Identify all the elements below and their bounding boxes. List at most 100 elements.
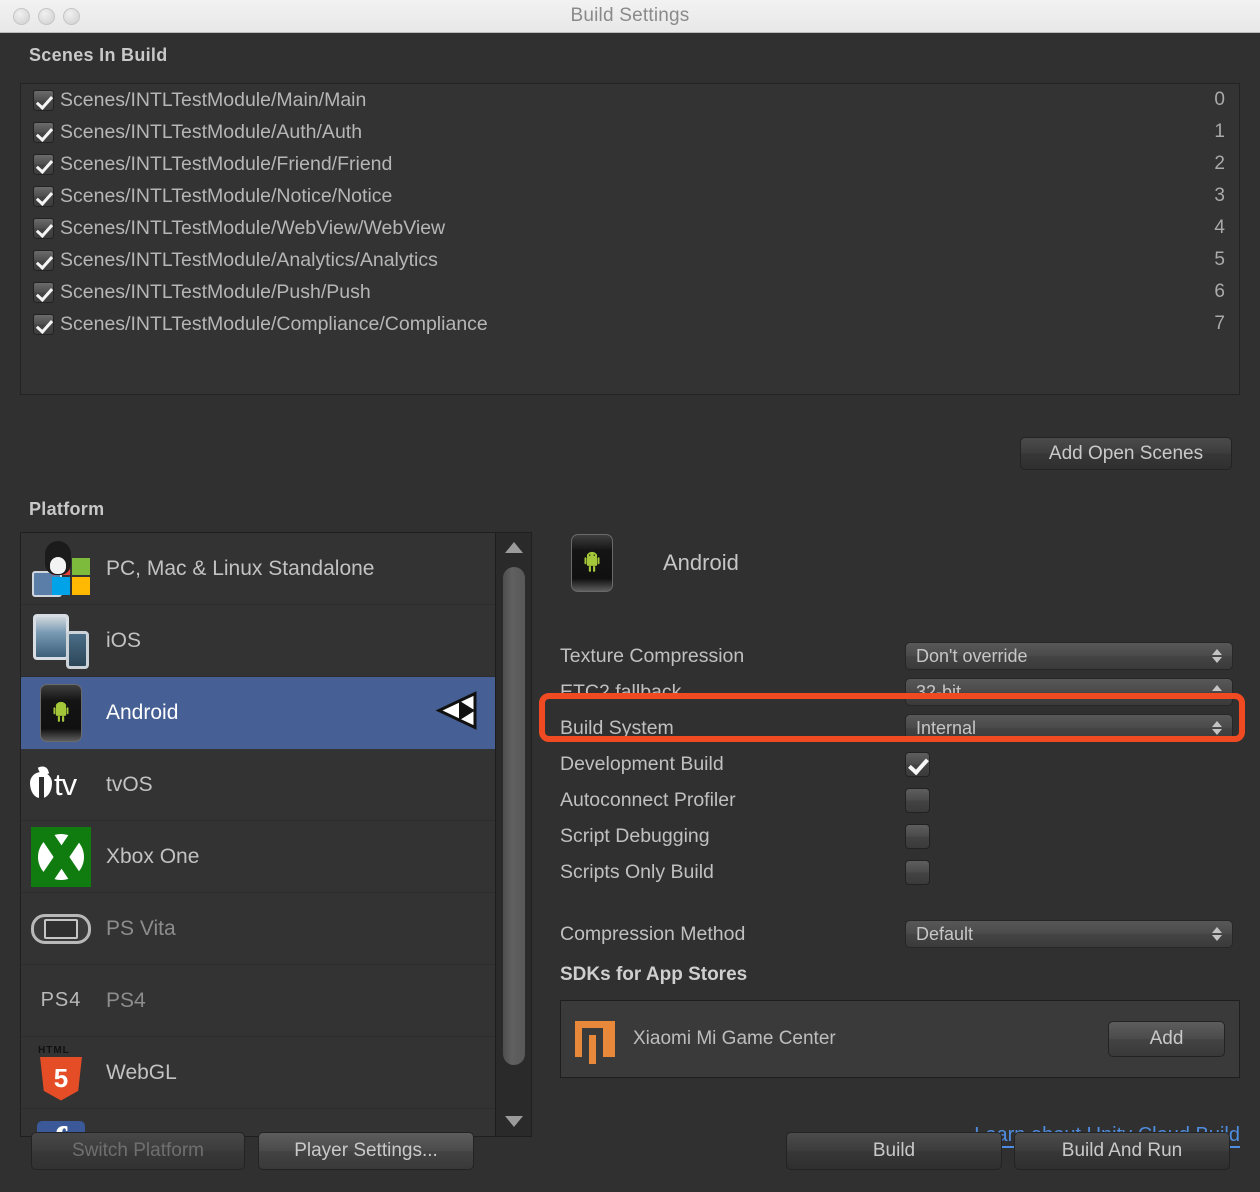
- settings-row: Scripts Only Build: [560, 854, 1240, 890]
- select-value: 32-bit: [906, 682, 961, 703]
- scene-enabled-checkbox[interactable]: [33, 122, 54, 143]
- texture-compression-select[interactable]: Don't override: [905, 642, 1233, 670]
- platform-row-pc-mac-linux-standalone[interactable]: PC, Mac & Linux Standalone: [21, 533, 495, 605]
- add-sdk-button[interactable]: Add: [1108, 1021, 1225, 1057]
- sdk-name-label: Xiaomi Mi Game Center: [633, 1028, 1108, 1050]
- platform-row-ps4[interactable]: PS4PS4: [21, 965, 495, 1037]
- build-settings-window: Scenes In Build Scenes/INTLTestModule/Ma…: [0, 33, 1260, 1192]
- window-title: Build Settings: [0, 5, 1260, 27]
- platform-label: Android: [106, 701, 178, 725]
- chevron-updown-icon: [1212, 685, 1222, 699]
- platform-label: iOS: [106, 629, 141, 653]
- switch-platform-button[interactable]: Switch Platform: [31, 1132, 245, 1170]
- scene-enabled-checkbox[interactable]: [33, 218, 54, 239]
- platform-list-scrollbar[interactable]: [495, 533, 531, 1136]
- ps4-icon: PS4: [29, 970, 93, 1032]
- scene-index-label: 2: [1214, 153, 1225, 175]
- platform-row-ios[interactable]: iOS: [21, 605, 495, 677]
- android-icon: [560, 532, 624, 594]
- scene-path-label: Scenes/INTLTestModule/Compliance/Complia…: [60, 313, 488, 336]
- build-system-select[interactable]: Internal: [905, 714, 1233, 742]
- chevron-updown-icon: [1212, 649, 1222, 663]
- active-platform-header: Android: [560, 532, 1240, 594]
- scene-path-label: Scenes/INTLTestModule/Push/Push: [60, 281, 371, 304]
- scene-enabled-checkbox[interactable]: [33, 314, 54, 335]
- settings-row: Autoconnect Profiler: [560, 782, 1240, 818]
- scene-row[interactable]: Scenes/INTLTestModule/Main/Main0: [21, 84, 1239, 116]
- compression-method-label: Compression Method: [560, 923, 905, 946]
- platform-label: PS Vita: [106, 917, 176, 941]
- platform-label: tvOS: [106, 773, 153, 797]
- etc2-fallback-select[interactable]: 32-bit: [905, 678, 1233, 706]
- script-debugging-checkbox[interactable]: [905, 824, 930, 849]
- scene-index-label: 5: [1214, 249, 1225, 271]
- platform-row-tvos[interactable]: tvtvOS: [21, 749, 495, 821]
- scene-path-label: Scenes/INTLTestModule/Analytics/Analytic…: [60, 249, 438, 272]
- select-value: Don't override: [906, 646, 1028, 667]
- platform-row-xbox-one[interactable]: Xbox One: [21, 821, 495, 893]
- build-and-run-button[interactable]: Build And Run: [1014, 1132, 1230, 1170]
- scroll-up-arrow-icon[interactable]: [505, 542, 523, 553]
- platform-row-ps-vita[interactable]: PS Vita: [21, 893, 495, 965]
- build-button[interactable]: Build: [786, 1132, 1002, 1170]
- scene-row[interactable]: Scenes/INTLTestModule/Notice/Notice3: [21, 180, 1239, 212]
- scene-enabled-checkbox[interactable]: [33, 90, 54, 111]
- tvos-icon: tv: [29, 754, 93, 816]
- scripts-only-build-checkbox[interactable]: [905, 860, 930, 885]
- platform-settings-panel: Android Texture CompressionDon't overrid…: [560, 532, 1240, 1147]
- settings-label: Scripts Only Build: [560, 861, 905, 884]
- scene-index-label: 0: [1214, 89, 1225, 111]
- scene-enabled-checkbox[interactable]: [33, 154, 54, 175]
- settings-row: Development Build: [560, 746, 1240, 782]
- scene-row[interactable]: Scenes/INTLTestModule/Auth/Auth1: [21, 116, 1239, 148]
- platform-list[interactable]: PC, Mac & Linux Standalone iOS Android tvtv…: [21, 533, 495, 1137]
- compression-method-select[interactable]: Default: [905, 920, 1233, 948]
- scenes-in-build-heading: Scenes In Build: [29, 45, 168, 66]
- chevron-updown-icon: [1212, 721, 1222, 735]
- scene-row[interactable]: Scenes/INTLTestModule/Friend/Friend 2: [21, 148, 1239, 180]
- autoconnect-profiler-checkbox[interactable]: [905, 788, 930, 813]
- settings-label: Build System: [560, 717, 905, 740]
- android-robot-icon: [585, 551, 600, 573]
- scene-index-label: 7: [1214, 313, 1225, 335]
- platform-label: PC, Mac & Linux Standalone: [106, 557, 375, 581]
- scene-row[interactable]: Scenes/INTLTestModule/Analytics/Analytic…: [21, 244, 1239, 276]
- settings-label: Texture Compression: [560, 645, 905, 668]
- scrollbar-thumb[interactable]: [502, 566, 526, 1066]
- scene-path-label: Scenes/INTLTestModule/WebView/WebView: [60, 217, 445, 240]
- settings-label: Autoconnect Profiler: [560, 789, 905, 812]
- psvita-icon: [29, 898, 93, 960]
- platform-label: Xbox One: [106, 845, 199, 869]
- scene-enabled-checkbox[interactable]: [33, 186, 54, 207]
- scene-index-label: 6: [1214, 281, 1225, 303]
- ios-icon: [29, 610, 93, 672]
- scene-enabled-checkbox[interactable]: [33, 282, 54, 303]
- select-value: Internal: [906, 718, 976, 739]
- scene-path-label: Scenes/INTLTestModule/Notice/Notice: [60, 185, 392, 208]
- standalone-icon: [29, 538, 93, 600]
- scene-row[interactable]: Scenes/INTLTestModule/WebView/WebView4: [21, 212, 1239, 244]
- compression-method-row: Compression Method Default: [560, 916, 1240, 952]
- scene-row[interactable]: Scenes/INTLTestModule/Compliance/Complia…: [21, 308, 1239, 340]
- add-open-scenes-button[interactable]: Add Open Scenes: [1020, 437, 1232, 470]
- platform-row-webgl[interactable]: HTMLWebGL: [21, 1037, 495, 1109]
- player-settings-button[interactable]: Player Settings...: [258, 1132, 474, 1170]
- scene-path-label: Scenes/INTLTestModule/Auth/Auth: [60, 121, 362, 144]
- settings-row: ETC2 fallback32-bit: [560, 674, 1240, 710]
- scene-enabled-checkbox[interactable]: [33, 250, 54, 271]
- settings-row: Script Debugging: [560, 818, 1240, 854]
- settings-row: Texture CompressionDon't override: [560, 638, 1240, 674]
- scene-row[interactable]: Scenes/INTLTestModule/Push/Push 6: [21, 276, 1239, 308]
- scroll-down-arrow-icon[interactable]: [505, 1116, 523, 1127]
- scene-path-label: Scenes/INTLTestModule/Friend/Friend: [60, 153, 392, 176]
- settings-label: ETC2 fallback: [560, 681, 905, 704]
- android-icon: [29, 682, 93, 744]
- sdks-for-app-stores-heading: SDKs for App Stores: [560, 964, 1240, 986]
- development-build-checkbox[interactable]: [905, 752, 930, 777]
- settings-label: Development Build: [560, 753, 905, 776]
- platform-heading: Platform: [29, 499, 104, 520]
- settings-fields: Texture CompressionDon't overrideETC2 fa…: [560, 638, 1240, 890]
- scenes-in-build-list[interactable]: Scenes/INTLTestModule/Main/Main0Scenes/I…: [20, 83, 1240, 395]
- settings-label: Script Debugging: [560, 825, 905, 848]
- platform-row-android[interactable]: Android: [21, 677, 495, 749]
